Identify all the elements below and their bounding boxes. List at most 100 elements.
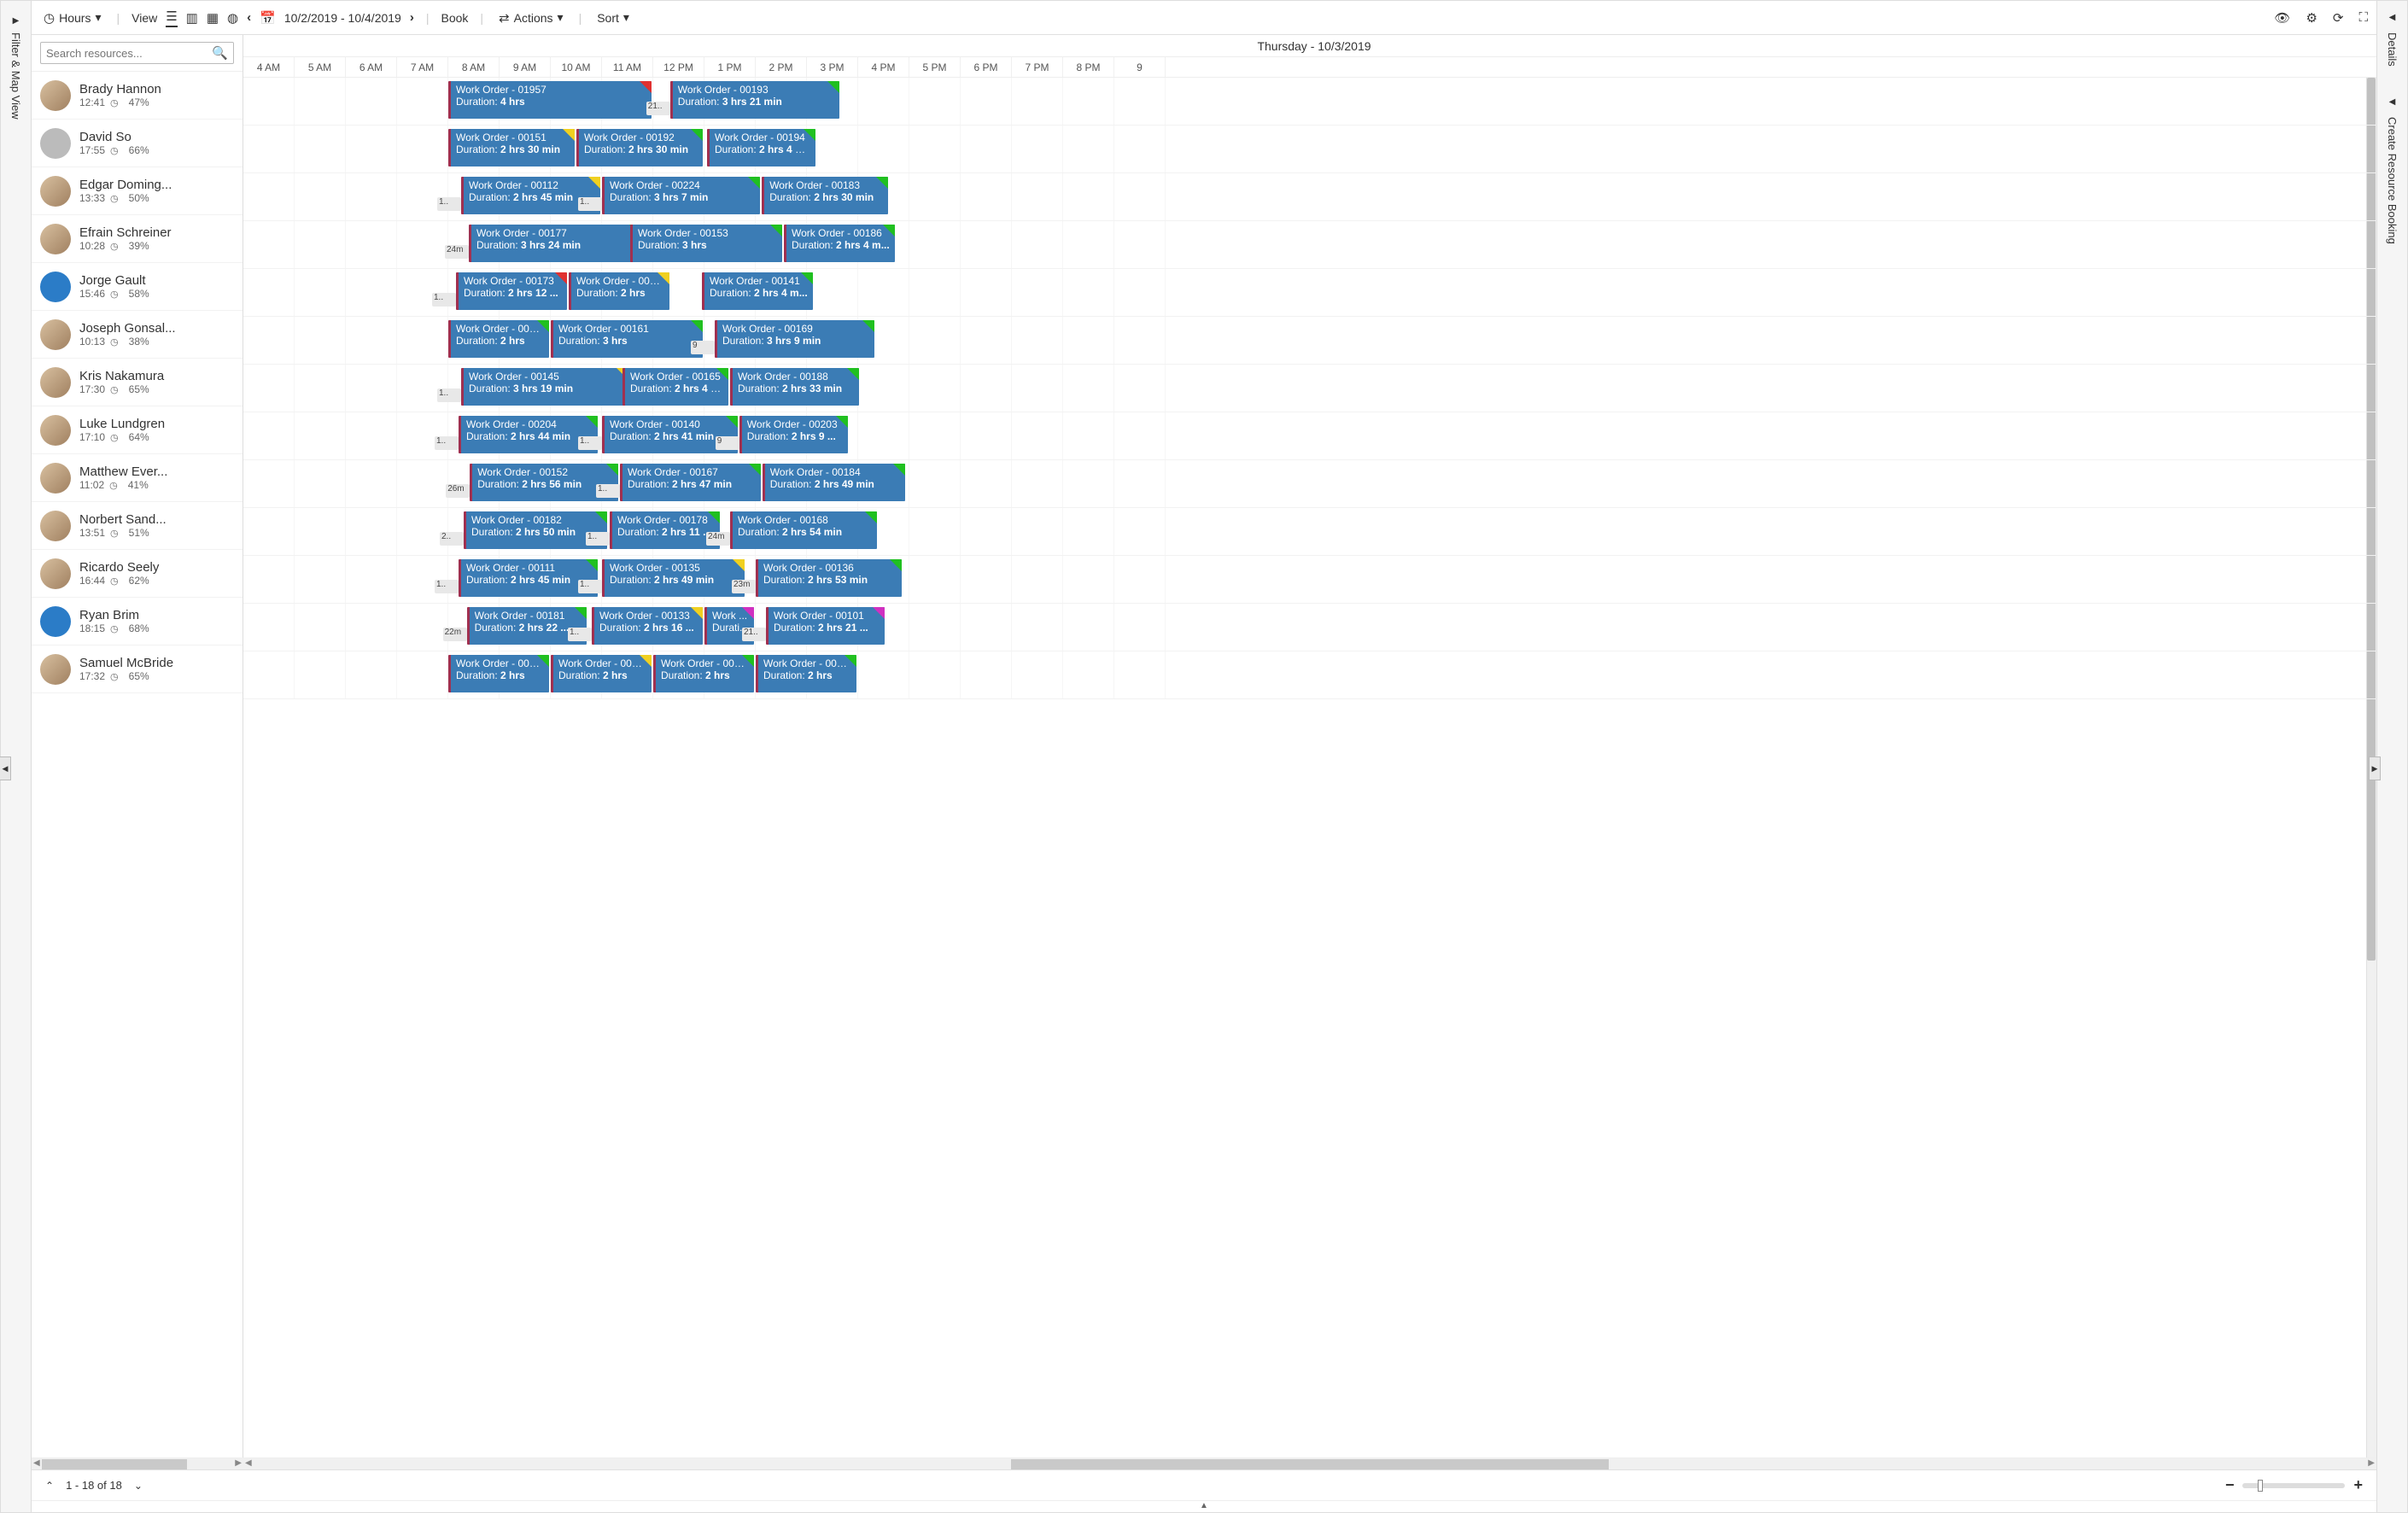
booking-card[interactable]: Work Order - 00154Duration: 2 hrs bbox=[448, 320, 549, 358]
resource-row[interactable]: Kris Nakamura17:30 ◷ 65% bbox=[32, 359, 243, 406]
globe-icon[interactable]: ◍ bbox=[227, 10, 238, 26]
booking-card[interactable]: Work Order - 00192Duration: 2 hrs 30 min bbox=[576, 129, 703, 166]
booking-card[interactable]: Work Order - 00193Duration: 3 hrs 21 min bbox=[670, 81, 839, 119]
scroll-left-icon[interactable]: ◀ bbox=[245, 1458, 252, 1468]
resource-row[interactable]: Matthew Ever...11:02 ◷ 41% bbox=[32, 454, 243, 502]
booking-card[interactable]: Work Order - 00135Duration: 2 hrs 49 min bbox=[602, 559, 745, 597]
resource-row[interactable]: Joseph Gonsal...10:13 ◷ 38% bbox=[32, 311, 243, 359]
calendar-icon[interactable]: 📅 bbox=[260, 10, 276, 26]
booking-card[interactable]: Work Order - 00151Duration: 2 hrs 30 min bbox=[448, 129, 575, 166]
grid-row[interactable]: Work Order - 00151Duration: 2 hrs 30 min… bbox=[243, 126, 2376, 173]
timeline-hscroll[interactable]: ◀ ▶ bbox=[243, 1458, 2376, 1469]
booking-card[interactable]: Work Order - 00169Duration: 3 hrs 9 min bbox=[715, 320, 874, 358]
booking-card[interactable]: Work Order - 00157Duration: 2 hrs bbox=[448, 655, 549, 692]
resource-row[interactable]: Luke Lundgren17:10 ◷ 64% bbox=[32, 406, 243, 454]
booking-card[interactable]: Work Order - 00194Duration: 2 hrs 4 m... bbox=[707, 129, 815, 166]
bottom-expand-handle[interactable]: ▲ bbox=[32, 1500, 2376, 1512]
resource-list[interactable]: Brady Hannon12:41 ◷ 47%David So17:55 ◷ 6… bbox=[32, 72, 243, 1458]
fullscreen-icon[interactable]: ⛶ bbox=[2358, 10, 2368, 26]
booking-card[interactable]: Work Order - 00168Duration: 2 hrs 54 min bbox=[730, 511, 877, 549]
refresh-icon[interactable]: ⟳ bbox=[2333, 10, 2344, 26]
grid-row[interactable]: Work Order - 00154Duration: 2 hrsWork Or… bbox=[243, 317, 2376, 365]
booking-card[interactable]: Work Order - 00109Duration: 2 hrs bbox=[551, 655, 652, 692]
search-field[interactable] bbox=[46, 47, 212, 60]
grid-view-icon[interactable]: ▦ bbox=[207, 10, 219, 26]
page-prev-icon[interactable]: ⌃ bbox=[45, 1480, 54, 1492]
grid-row[interactable]: 1..Work Order - 00112Duration: 2 hrs 45 … bbox=[243, 173, 2376, 221]
booking-card[interactable]: Work Order - 01957Duration: 4 hrs bbox=[448, 81, 652, 119]
scroll-thumb[interactable] bbox=[1011, 1459, 1608, 1469]
grid-row[interactable]: 24mWork Order - 00177Duration: 3 hrs 24 … bbox=[243, 221, 2376, 269]
booking-card[interactable]: Work Order - 00188Duration: 2 hrs 33 min bbox=[730, 368, 859, 406]
resource-row[interactable]: Brady Hannon12:41 ◷ 47% bbox=[32, 72, 243, 120]
prev-icon[interactable]: ‹ bbox=[247, 10, 251, 25]
booking-card[interactable]: Work Order - 00141Duration: 2 hrs 4 m... bbox=[702, 272, 813, 310]
booking-card[interactable]: Work Order - 00111Duration: 2 hrs 45 min bbox=[459, 559, 598, 597]
booking-card[interactable]: Work Order - 00136Duration: 2 hrs 53 min bbox=[756, 559, 902, 597]
grid-row[interactable]: 1..Work Order - 00111Duration: 2 hrs 45 … bbox=[243, 556, 2376, 604]
list-view-icon[interactable]: ☰ bbox=[166, 9, 177, 27]
actions-dropdown[interactable]: ⇄ Actions ▾ bbox=[495, 7, 567, 29]
scroll-thumb[interactable] bbox=[42, 1459, 187, 1469]
scroll-left-icon[interactable]: ◀ bbox=[33, 1458, 40, 1468]
resource-row[interactable]: Jorge Gault15:46 ◷ 58% bbox=[32, 263, 243, 311]
hours-dropdown[interactable]: ◷ Hours ▾ bbox=[40, 7, 104, 29]
zoom-slider[interactable] bbox=[2242, 1483, 2345, 1488]
booking-card[interactable]: Work Order - 00165Duration: 2 hrs 4 m... bbox=[622, 368, 728, 406]
booking-card[interactable]: Work Order - 00173Duration: 2 hrs 12 ... bbox=[456, 272, 567, 310]
resource-hscroll[interactable]: ◀ ▶ bbox=[32, 1458, 243, 1469]
resource-row[interactable]: Samuel McBride17:32 ◷ 65% bbox=[32, 646, 243, 693]
booking-card[interactable]: Work Order - 00184Duration: 2 hrs 49 min bbox=[763, 464, 905, 501]
eye-icon[interactable]: 👁 bbox=[2274, 10, 2290, 26]
booking-card[interactable]: Work Order - 00161Duration: 3 hrs bbox=[551, 320, 703, 358]
grid-row[interactable]: Work Order - 00157Duration: 2 hrsWork Or… bbox=[243, 651, 2376, 699]
booking-card[interactable]: Work Order - 00167Duration: 2 hrs 47 min bbox=[620, 464, 761, 501]
resource-row[interactable]: Efrain Schreiner10:28 ◷ 39% bbox=[32, 215, 243, 263]
booking-card[interactable]: Work Order - 00203Duration: 2 hrs 9 ... bbox=[739, 416, 848, 453]
grid-row[interactable]: 1..Work Order - 00204Duration: 2 hrs 44 … bbox=[243, 412, 2376, 460]
column-view-icon[interactable]: ▥ bbox=[186, 10, 198, 26]
zoom-thumb[interactable] bbox=[2258, 1480, 2263, 1492]
page-next-icon[interactable]: ⌄ bbox=[134, 1480, 143, 1492]
search-resources-input[interactable]: 🔍 bbox=[40, 42, 234, 64]
grid-row[interactable]: 1..Work Order - 00173Duration: 2 hrs 12 … bbox=[243, 269, 2376, 317]
booking-card[interactable]: Work Order - 00204Duration: 2 hrs 44 min bbox=[459, 416, 598, 453]
booking-card[interactable]: Work Order - 00145Duration: 3 hrs 19 min bbox=[461, 368, 628, 406]
booking-card[interactable]: Work Order - 00186Duration: 2 hrs 4 m... bbox=[784, 225, 895, 262]
booking-card[interactable]: Work Order - 00178Duration: 2 hrs 11 ... bbox=[610, 511, 720, 549]
gear-icon[interactable]: ⚙ bbox=[2306, 10, 2317, 26]
book-button[interactable]: Book bbox=[441, 11, 468, 25]
booking-card[interactable]: Work Order - 00101Duration: 2 hrs 21 ... bbox=[766, 607, 885, 645]
resource-row[interactable]: David So17:55 ◷ 66% bbox=[32, 120, 243, 167]
hour-cell: 5 AM bbox=[295, 57, 346, 77]
booking-card[interactable]: Work Order - 00131Duration: 2 hrs bbox=[569, 272, 669, 310]
grid-row[interactable]: Work Order - 01957Duration: 4 hrs21..Wor… bbox=[243, 78, 2376, 126]
booking-card[interactable]: Work Order - 00155Duration: 2 hrs bbox=[756, 655, 856, 692]
right-details-panel[interactable]: ◀ Details ◀ Create Resource Booking ▶ bbox=[2376, 1, 2407, 1512]
collapse-left-knob[interactable]: ◀ bbox=[0, 756, 11, 780]
scroll-right-icon[interactable]: ▶ bbox=[235, 1458, 242, 1468]
booking-card[interactable]: Work Order - 00177Duration: 3 hrs 24 min bbox=[469, 225, 641, 262]
grid-row[interactable]: 1..Work Order - 00145Duration: 3 hrs 19 … bbox=[243, 365, 2376, 412]
scroll-right-icon[interactable]: ▶ bbox=[2368, 1458, 2375, 1468]
status-corner-icon bbox=[606, 464, 618, 476]
resource-row[interactable]: Edgar Doming...13:33 ◷ 50% bbox=[32, 167, 243, 215]
next-icon[interactable]: › bbox=[410, 10, 414, 25]
collapse-right-knob[interactable]: ▶ bbox=[2369, 756, 2381, 780]
resource-row[interactable]: Ryan Brim18:15 ◷ 68% bbox=[32, 598, 243, 646]
grid-row[interactable]: 22mWork Order - 00181Duration: 2 hrs 22 … bbox=[243, 604, 2376, 651]
resource-row[interactable]: Norbert Sand...13:51 ◷ 51% bbox=[32, 502, 243, 550]
resource-row[interactable]: Ricardo Seely16:44 ◷ 62% bbox=[32, 550, 243, 598]
booking-card[interactable]: Work Order - 00125Duration: 2 hrs bbox=[653, 655, 754, 692]
grid-row[interactable]: 2..Work Order - 00182Duration: 2 hrs 50 … bbox=[243, 508, 2376, 556]
zoom-in-icon[interactable]: + bbox=[2353, 1476, 2363, 1494]
booking-card[interactable]: Work Order - 00183Duration: 2 hrs 30 min bbox=[762, 177, 888, 214]
zoom-out-icon[interactable]: − bbox=[2225, 1476, 2235, 1494]
booking-card[interactable]: Work Order - 00133Duration: 2 hrs 16 ... bbox=[592, 607, 703, 645]
booking-card[interactable]: Work Order - 00153Duration: 3 hrs bbox=[630, 225, 782, 262]
schedule-grid[interactable]: Work Order - 01957Duration: 4 hrs21..Wor… bbox=[243, 78, 2376, 1458]
date-range-label[interactable]: 10/2/2019 - 10/4/2019 bbox=[284, 11, 401, 25]
sort-dropdown[interactable]: Sort ▾ bbox=[593, 7, 633, 28]
grid-row[interactable]: 26mWork Order - 00152Duration: 2 hrs 56 … bbox=[243, 460, 2376, 508]
booking-card[interactable]: Work Order - 00224Duration: 3 hrs 7 min bbox=[602, 177, 760, 214]
